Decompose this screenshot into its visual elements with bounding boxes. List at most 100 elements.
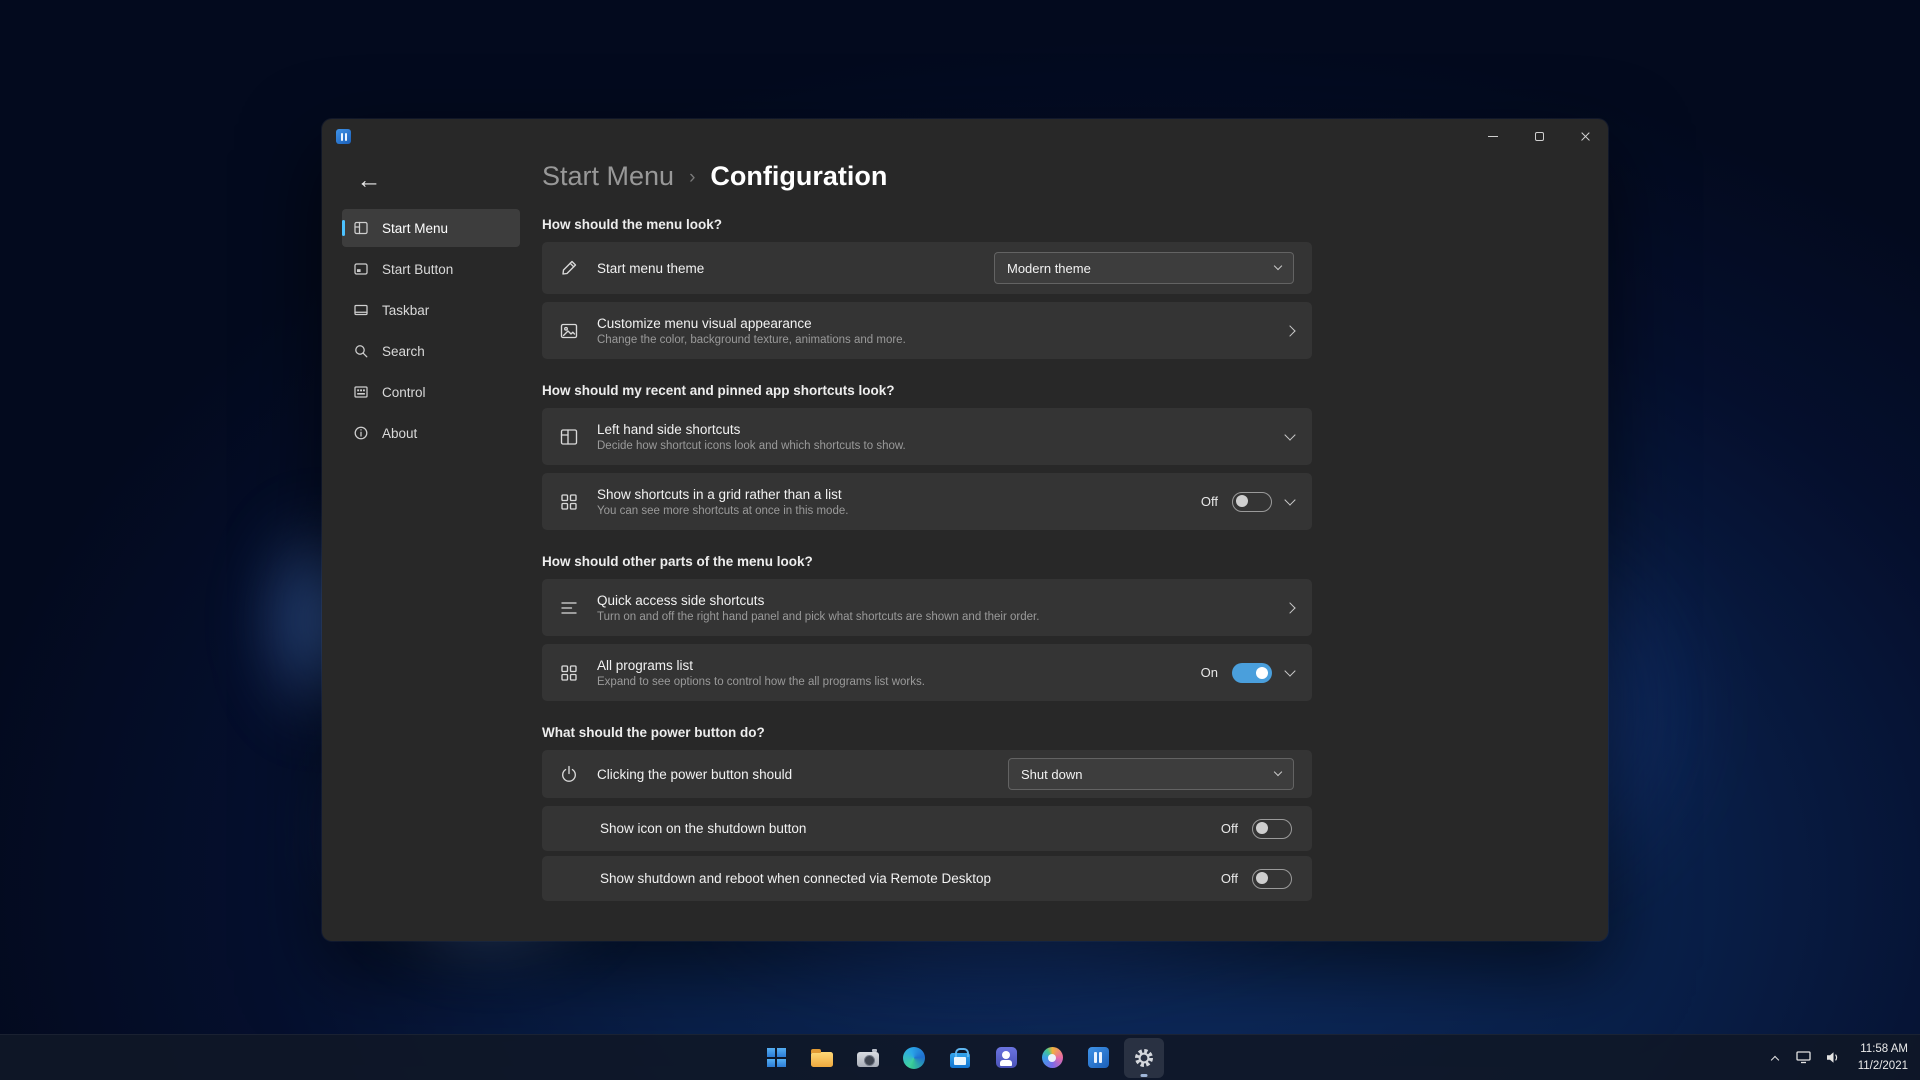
setting-subtitle: You can see more shortcuts at once in th…: [597, 504, 849, 517]
file-explorer-icon: [811, 1049, 833, 1067]
setting-row-quick-access-shortcuts[interactable]: Quick access side shortcuts Turn on and …: [542, 579, 1312, 636]
layout-icon: [556, 427, 582, 447]
image-icon: [556, 321, 582, 341]
remote-desktop-toggle[interactable]: [1252, 868, 1292, 889]
taskbar: 11:58 AM 11/2/2021: [0, 1034, 1920, 1080]
setting-row-all-programs-list[interactable]: All programs list Expand to see options …: [542, 644, 1312, 701]
setting-title: Show shutdown and reboot when connected …: [600, 871, 991, 886]
photos-button[interactable]: [1032, 1038, 1072, 1078]
section-header: How should the menu look?: [542, 217, 722, 232]
about-icon: [354, 426, 368, 440]
start11-app-button[interactable]: [1078, 1038, 1118, 1078]
edge-icon: [903, 1046, 925, 1069]
start11-icon: [1087, 1047, 1109, 1068]
teams-icon: [995, 1047, 1017, 1068]
photos-icon: [1041, 1047, 1063, 1068]
search-icon: [355, 345, 368, 358]
power-action-select[interactable]: Shut down: [1008, 758, 1294, 790]
breadcrumb: Start Menu › Configuration: [542, 161, 887, 192]
setting-subtitle: Decide how shortcut icons look and which…: [597, 439, 906, 452]
clock-date: 11/2/2021: [1857, 1059, 1908, 1072]
start-button[interactable]: [756, 1038, 796, 1078]
chevron-down-icon: [1284, 493, 1296, 506]
breadcrumb-separator-icon: ›: [689, 167, 696, 188]
sidebar-item-label: Taskbar: [382, 302, 430, 318]
taskbar-icon: [354, 304, 368, 316]
sidebar-item-control[interactable]: Control: [342, 373, 520, 411]
microsoft-store-icon: [950, 1048, 970, 1068]
sidebar-item-label: Start Menu: [382, 220, 449, 236]
settings-app-button[interactable]: [1124, 1037, 1164, 1078]
settings-gear-icon: [1135, 1048, 1153, 1067]
power-action-select-value: Shut down: [1021, 766, 1083, 782]
setting-title: Show shortcuts in a grid rather than a l…: [597, 486, 842, 502]
maximize-button[interactable]: [1516, 119, 1562, 153]
chevron-down-icon: [1284, 664, 1296, 677]
grid-icon: [556, 663, 582, 683]
all-programs-toggle[interactable]: [1232, 662, 1272, 683]
sidebar-item-taskbar[interactable]: Taskbar: [342, 291, 520, 329]
setting-row-power-button-action: Clicking the power button should Shut do…: [542, 750, 1312, 798]
setting-row-left-hand-shortcuts[interactable]: Left hand side shortcuts Decide how shor…: [542, 408, 1312, 465]
start11-configuration-window: ← Start Menu › Configuration Start Menu …: [322, 119, 1608, 941]
close-button[interactable]: [1562, 119, 1608, 153]
grid-shortcuts-toggle[interactable]: [1232, 491, 1272, 512]
start-button-icon: [354, 263, 368, 275]
chevron-up-icon: [1770, 1055, 1779, 1064]
sidebar-item-start-menu[interactable]: Start Menu: [342, 209, 520, 247]
titlebar: [322, 119, 1608, 155]
file-explorer-button[interactable]: [802, 1038, 842, 1078]
sidebar-item-start-button[interactable]: Start Button: [342, 250, 520, 288]
microsoft-store-button[interactable]: [940, 1038, 980, 1078]
chevron-down-icon: [1273, 261, 1283, 271]
maximize-icon: [1534, 131, 1544, 141]
close-icon: [1580, 131, 1591, 142]
app-icon[interactable]: [336, 129, 351, 144]
setting-title: Customize menu visual appearance: [597, 315, 812, 331]
setting-subtitle: Expand to see options to control how the…: [597, 675, 925, 688]
sidebar-item-label: Start Button: [382, 261, 454, 277]
back-button[interactable]: ←: [350, 163, 388, 197]
clock[interactable]: 11:58 AM 11/2/2021: [1852, 1041, 1914, 1073]
camera-button[interactable]: [848, 1038, 888, 1078]
start-icon: [766, 1048, 786, 1067]
setting-title: Left hand side shortcuts: [597, 421, 741, 437]
volume-button[interactable]: [1823, 1039, 1844, 1077]
clock-time: 11:58 AM: [1860, 1043, 1908, 1056]
toggle-state-label: Off: [1220, 871, 1238, 886]
chevron-right-icon: [1284, 601, 1296, 614]
camera-icon: [857, 1049, 879, 1067]
section-header: What should the power button do?: [542, 725, 765, 740]
setting-row-grid-shortcuts[interactable]: Show shortcuts in a grid rather than a l…: [542, 473, 1312, 530]
chevron-down-icon: [1273, 767, 1283, 777]
network-button[interactable]: [1793, 1039, 1814, 1077]
system-tray: 11:58 AM 11/2/2021: [1765, 1035, 1914, 1080]
sidebar: Start Menu Start Button Taskbar Search C…: [342, 209, 520, 452]
network-icon: [1796, 1051, 1811, 1064]
teams-button[interactable]: [986, 1038, 1026, 1078]
shutdown-icon-toggle[interactable]: [1252, 818, 1292, 839]
setting-title: Show icon on the shutdown button: [600, 821, 807, 836]
toggle-state-label: Off: [1200, 494, 1218, 509]
setting-title: Clicking the power button should: [597, 766, 793, 782]
tray-overflow-button[interactable]: [1765, 1039, 1785, 1077]
setting-row-customize-appearance[interactable]: Customize menu visual appearance Change …: [542, 302, 1312, 359]
theme-select[interactable]: Modern theme: [994, 252, 1294, 284]
sidebar-item-about[interactable]: About: [342, 414, 520, 452]
setting-title: Quick access side shortcuts: [597, 592, 765, 608]
start-menu-icon: [354, 221, 368, 235]
setting-subtitle: Change the color, background texture, an…: [597, 333, 906, 346]
breadcrumb-parent[interactable]: Start Menu: [542, 161, 674, 192]
sidebar-item-label: About: [382, 425, 418, 441]
sidebar-item-label: Search: [382, 343, 425, 359]
minimize-icon: [1488, 135, 1498, 137]
section-header: How should my recent and pinned app shor…: [542, 383, 895, 398]
minimize-button[interactable]: [1470, 119, 1516, 153]
page-title: Configuration: [710, 161, 888, 191]
sidebar-item-search[interactable]: Search: [342, 332, 520, 370]
section-header: How should other parts of the menu look?: [542, 554, 813, 569]
edge-button[interactable]: [894, 1038, 934, 1078]
setting-row-start-menu-theme: Start menu theme Modern theme: [542, 242, 1312, 294]
chevron-right-icon: [1284, 324, 1296, 337]
pencil-icon: [556, 258, 582, 278]
